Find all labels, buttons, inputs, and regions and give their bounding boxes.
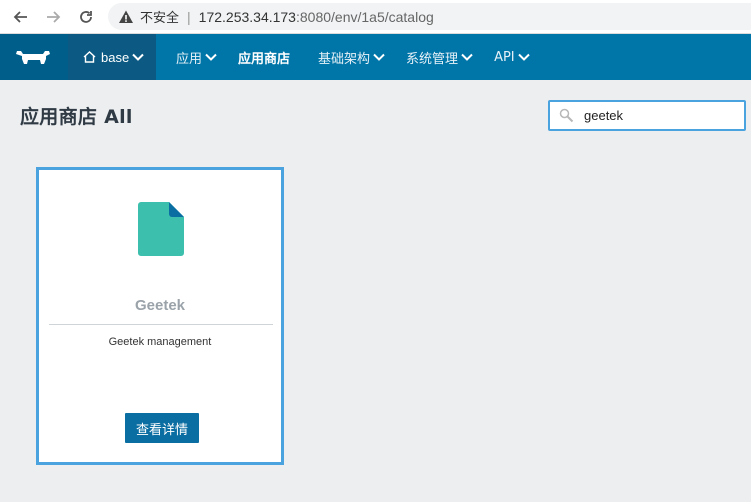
security-label: 不安全 [140, 10, 180, 25]
catalog-item-description: Geetek management [108, 336, 212, 348]
address-separator: | [187, 8, 191, 25]
app-header: base 应用 应用商店 基础架构 系统管理 API [0, 34, 751, 80]
page-title: 应用商店 All [20, 106, 133, 128]
reload-button[interactable] [75, 6, 97, 28]
view-details-button[interactable]: 查看详情 [125, 413, 199, 443]
menu-item-catalog[interactable]: 应用商店 [224, 34, 304, 80]
warning-icon [119, 10, 133, 23]
search-input[interactable] [584, 108, 734, 123]
home-icon [83, 51, 96, 63]
arrow-right-icon [47, 11, 61, 23]
address-bar[interactable]: 不安全 | 172.253.34.173 :8080/env/1a5/catal… [108, 3, 751, 30]
card-divider [49, 324, 273, 325]
menu-item-admin[interactable]: 系统管理 [392, 34, 480, 80]
browser-toolbar: 不安全 | 172.253.34.173 :8080/env/1a5/catal… [0, 0, 751, 34]
search-icon [559, 108, 574, 123]
menu-item-label: 基础架构 [318, 51, 371, 67]
chevron-down-icon [205, 53, 217, 61]
menu-item-infrastructure[interactable]: 基础架构 [304, 34, 392, 80]
chevron-down-icon [517, 53, 530, 61]
environment-name: base [101, 49, 130, 65]
menu-item-label: 应用 [176, 51, 203, 67]
back-button[interactable] [10, 6, 32, 28]
menu-item-apps[interactable]: 应用 [162, 34, 224, 80]
menu-item-label: 系统管理 [406, 51, 459, 67]
environment-selector[interactable]: base [68, 34, 156, 80]
catalog-search[interactable] [548, 100, 746, 131]
chevron-down-icon [373, 53, 385, 61]
reload-icon [80, 11, 92, 23]
logo[interactable] [0, 34, 68, 80]
chevron-down-icon [132, 53, 144, 61]
chevron-down-icon [461, 53, 473, 61]
arrow-left-icon [13, 11, 27, 23]
url-host: 172.253.34.173 [198, 8, 296, 25]
menu-item-label: 应用商店 [238, 51, 291, 67]
catalog-item-name: Geetek [134, 297, 186, 314]
menu-item-label: API [494, 49, 515, 65]
url-path: :8080/env/1a5/catalog [295, 8, 434, 25]
forward-button[interactable] [42, 6, 64, 28]
main-menu: 应用 应用商店 基础架构 系统管理 API [162, 34, 537, 80]
file-icon [138, 202, 184, 256]
cow-logo-icon [16, 51, 50, 64]
menu-item-api[interactable]: API [480, 34, 537, 80]
catalog-card[interactable]: Geetek Geetek management 查看详情 [36, 167, 284, 465]
